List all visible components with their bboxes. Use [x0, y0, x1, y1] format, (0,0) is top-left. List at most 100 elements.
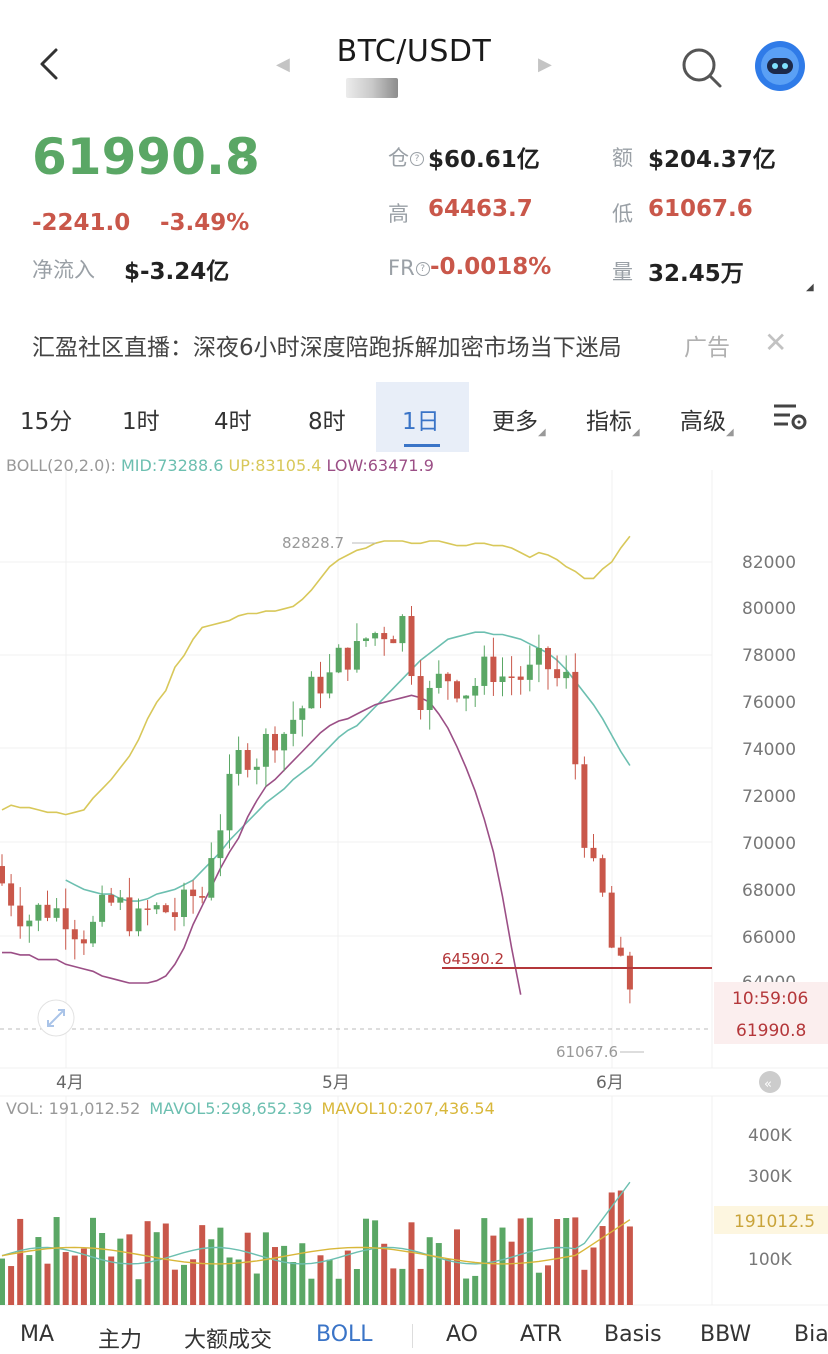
- candle-body: [308, 676, 315, 709]
- volume-bar: [17, 1218, 24, 1305]
- candle-body: [408, 616, 415, 677]
- price-tick: 78000: [742, 646, 796, 666]
- volume-bar: [545, 1265, 551, 1305]
- candle-body: [381, 633, 388, 640]
- tab-1h[interactable]: 1时: [122, 402, 160, 436]
- indicator-tab-bias[interactable]: Bias: [794, 1322, 828, 1347]
- candle-body: [417, 676, 424, 711]
- volume-axis: 400K 300K 100K: [748, 1126, 792, 1270]
- price-tick: 74000: [742, 740, 796, 760]
- candle-body: [299, 708, 306, 720]
- candle-body: [108, 894, 115, 903]
- candle-body: [0, 866, 5, 884]
- mavol10-line: [1, 1219, 631, 1265]
- candle-body: [126, 897, 133, 932]
- volume-bar: [344, 1250, 351, 1305]
- volume-bar: [590, 1247, 597, 1305]
- scroll-latest-icon[interactable]: «: [759, 1071, 781, 1093]
- mavol5-value: MAVOL5:298,652.39: [149, 1099, 312, 1118]
- volume-bar: [71, 1255, 78, 1305]
- volume-bar: [490, 1235, 497, 1305]
- price-line-label: 64590.2: [442, 950, 504, 968]
- indicator-tab-atr[interactable]: ATR: [520, 1322, 562, 1347]
- tab-1d[interactable]: 1日: [402, 402, 440, 436]
- fullscreen-icon[interactable]: [37, 999, 75, 1037]
- candle-body: [372, 633, 379, 639]
- candle-body: [235, 750, 242, 774]
- candle-body: [208, 858, 215, 898]
- caret-icon: ◢: [726, 427, 734, 438]
- date-tick: 4月: [56, 1073, 84, 1093]
- candle-body: [153, 905, 160, 910]
- volume-bar: [399, 1268, 406, 1305]
- indicator-tab-large-trades[interactable]: 大额成交: [184, 1322, 272, 1354]
- candle-body: [135, 908, 142, 932]
- chart-settings-icon[interactable]: [772, 400, 808, 432]
- ad-banner-text[interactable]: 汇盈社区直播：深夜6小时深度陪跑拆解加密市场当下迷局: [32, 328, 622, 362]
- info-icon[interactable]: ?: [410, 152, 424, 166]
- high-value: 64463.7: [428, 196, 533, 222]
- candle-body: [390, 639, 397, 644]
- volume-bar: [8, 1266, 15, 1305]
- volume-bar: [626, 1226, 633, 1305]
- volume-bar: [563, 1218, 570, 1305]
- robot-avatar-icon[interactable]: [754, 40, 806, 92]
- info-icon[interactable]: ?: [415, 262, 430, 276]
- candle-body: [71, 929, 78, 940]
- volume-bar: [353, 1269, 360, 1305]
- volume-bar: [435, 1243, 442, 1305]
- high-marker-label: 82828.7: [282, 534, 344, 552]
- tab-indicators[interactable]: 指标◢: [586, 402, 640, 438]
- expand-corner-icon[interactable]: ◢: [806, 282, 814, 293]
- price-tick: 66000: [742, 928, 796, 948]
- candle-body: [171, 912, 178, 918]
- volume-bar: [463, 1278, 470, 1305]
- candle-body: [435, 673, 442, 688]
- price-tick: 70000: [742, 834, 796, 854]
- candle-body: [599, 858, 606, 893]
- fr-value: -0.0018%: [430, 254, 552, 280]
- volume-bar: [454, 1229, 460, 1305]
- candle-body: [454, 681, 460, 699]
- arrow-up-right-icon: [239, 158, 256, 175]
- volume-bar: [363, 1218, 369, 1305]
- kline-chart[interactable]: 64590.2 82828.7 61067.6 82000 80000 7800…: [0, 470, 828, 1330]
- candle-body: [162, 905, 169, 913]
- amount-label: 额: [612, 146, 633, 170]
- next-pair-icon[interactable]: ▶: [538, 54, 552, 75]
- tab-4h[interactable]: 4时: [214, 402, 252, 436]
- search-icon[interactable]: [678, 44, 724, 90]
- indicator-tab-main[interactable]: 主力: [98, 1322, 142, 1354]
- current-price-text: 61990.8: [736, 1021, 806, 1041]
- tab-more[interactable]: 更多◢: [492, 402, 546, 438]
- volume-bar: [0, 1258, 5, 1305]
- indicator-tab-ao[interactable]: AO: [446, 1322, 478, 1347]
- candle-body: [253, 766, 260, 770]
- oi-label: 仓?: [388, 142, 424, 172]
- candle-body: [508, 676, 515, 678]
- indicator-tab-ma[interactable]: MA: [20, 1322, 54, 1347]
- candle-body: [272, 733, 278, 751]
- price-change-pct: -3.49%: [160, 210, 250, 236]
- indicator-tab-boll[interactable]: BOLL: [316, 1322, 373, 1347]
- volume-bar: [281, 1245, 288, 1305]
- close-icon[interactable]: ✕: [764, 326, 787, 359]
- indicator-tab-bbw[interactable]: BBW: [700, 1322, 751, 1347]
- volume-value: 32.45万: [648, 261, 744, 287]
- candle-body: [590, 847, 597, 859]
- countdown-text: 10:59:06: [732, 989, 808, 1009]
- volume-bar: [199, 1225, 206, 1305]
- boll-up-line: [1, 535, 631, 816]
- candle-body: [317, 676, 324, 694]
- volume-bar: [44, 1263, 51, 1305]
- vol-current-text: 191012.5: [734, 1212, 815, 1232]
- tab-15m[interactable]: 15分: [20, 402, 72, 436]
- tab-advanced[interactable]: 高级◢: [680, 402, 734, 438]
- tab-indicators-label: 指标: [586, 409, 632, 435]
- vol-value: VOL: 191,012.52: [6, 1099, 140, 1118]
- tab-8h[interactable]: 8时: [308, 402, 346, 436]
- volume-bar: [335, 1278, 342, 1305]
- volume-bar: [272, 1247, 278, 1305]
- amount-value: $204.37亿: [648, 147, 776, 173]
- indicator-tab-basis[interactable]: Basis: [604, 1322, 662, 1347]
